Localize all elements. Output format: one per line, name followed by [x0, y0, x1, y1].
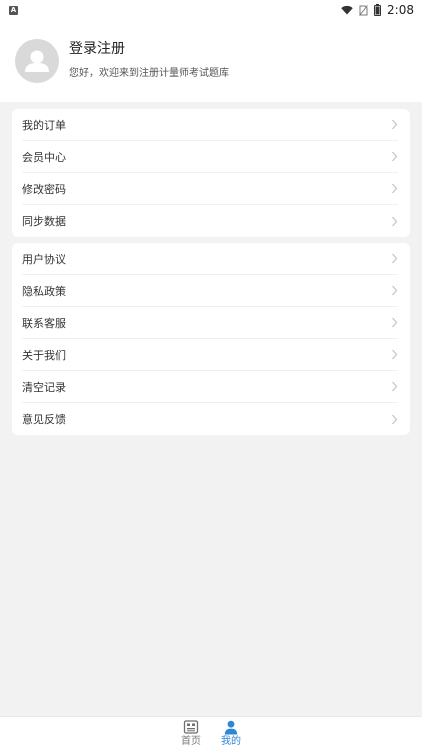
chevron-right-icon — [392, 253, 398, 264]
default-avatar-icon — [25, 50, 49, 72]
menu-item-label: 意见反馈 — [22, 413, 66, 426]
welcome-text: 您好，欢迎来到注册计量师考试题库 — [69, 68, 229, 79]
chevron-right-icon — [392, 349, 398, 360]
chevron-right-icon — [392, 119, 398, 130]
menu-item-label: 清空记录 — [22, 380, 66, 394]
chevron-right-icon — [392, 151, 398, 162]
menu-item-label: 用户协议 — [22, 252, 66, 266]
nav-tab-label: 首页 — [181, 736, 201, 747]
wifi-icon — [341, 5, 353, 15]
menu-item-clear-records[interactable]: 清空记录 — [22, 371, 398, 403]
menu-item-label: 会员中心 — [22, 150, 66, 164]
menu-item-change-password[interactable]: 修改密码 — [22, 173, 398, 205]
status-left: A — [9, 5, 18, 15]
bottom-nav: 首页 我的 — [0, 716, 422, 750]
chevron-right-icon — [392, 317, 398, 328]
profile-text: 登录注册 您好，欢迎来到注册计量师考试题库 — [69, 40, 229, 80]
menu-item-membership-center[interactable]: 会员中心 — [22, 141, 398, 173]
login-register-title[interactable]: 登录注册 — [69, 40, 229, 58]
profile-header[interactable]: 登录注册 您好，欢迎来到注册计量师考试题库 — [0, 20, 422, 102]
avatar[interactable] — [15, 39, 59, 83]
menu-item-user-agreement[interactable]: 用户协议 — [22, 243, 398, 275]
menu-card-account: 我的订单 会员中心 修改密码 同步数据 — [12, 109, 410, 237]
chevron-right-icon — [392, 216, 398, 226]
chevron-right-icon — [392, 414, 398, 424]
no-sim-icon — [359, 4, 368, 16]
menu-item-sync-data[interactable]: 同步数据 — [22, 205, 398, 237]
nav-tab-label: 我的 — [221, 736, 241, 747]
menu-item-label: 我的订单 — [22, 118, 66, 132]
screen: A 2:08 登录注册 您好，欢迎来到注册计量师考试题库 我的订单 会员中心 修… — [0, 0, 422, 750]
menu-item-label: 隐私政策 — [22, 284, 66, 298]
menu-item-my-orders[interactable]: 我的订单 — [22, 109, 398, 141]
home-grid-icon — [183, 720, 199, 734]
menu-item-about-us[interactable]: 关于我们 — [22, 339, 398, 371]
chevron-right-icon — [392, 183, 398, 194]
app-notification-icon: A — [9, 5, 18, 15]
menu-item-label: 关于我们 — [22, 348, 66, 362]
menu-item-label: 同步数据 — [22, 215, 66, 228]
menu-item-privacy-policy[interactable]: 隐私政策 — [22, 275, 398, 307]
status-bar: A 2:08 — [0, 0, 422, 20]
nav-tab-home[interactable]: 首页 — [180, 720, 202, 748]
person-icon — [224, 720, 238, 735]
chevron-right-icon — [392, 285, 398, 296]
status-time: 2:08 — [387, 3, 414, 17]
nav-tab-mine[interactable]: 我的 — [220, 720, 242, 748]
menu-card-info: 用户协议 隐私政策 联系客服 关于我们 清空记录 意见反馈 — [12, 243, 410, 435]
menu-item-feedback[interactable]: 意见反馈 — [22, 403, 398, 435]
status-right: 2:08 — [341, 3, 414, 17]
menu-item-label: 修改密码 — [22, 182, 66, 196]
battery-icon — [374, 4, 382, 16]
chevron-right-icon — [392, 381, 398, 392]
menu-item-label: 联系客服 — [22, 316, 66, 330]
menu-item-contact-support[interactable]: 联系客服 — [22, 307, 398, 339]
